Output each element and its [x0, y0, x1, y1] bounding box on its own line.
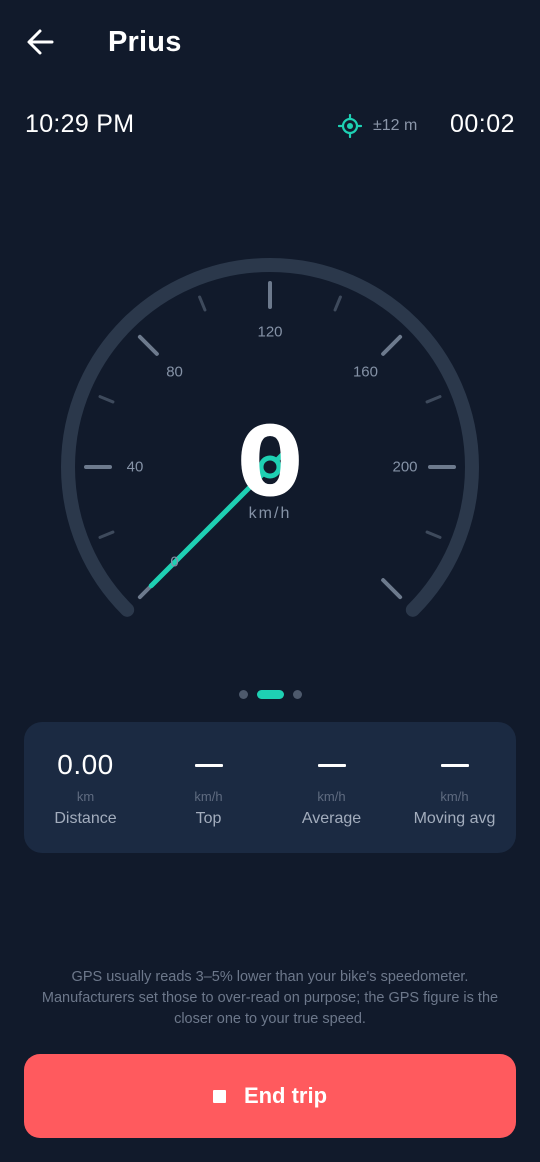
- gauge-scale-label: 80: [166, 363, 183, 381]
- header: Prius: [0, 0, 540, 90]
- page-title: Prius: [108, 26, 182, 58]
- stat-label: Moving avg: [413, 810, 496, 827]
- stat-unit: km/h: [317, 789, 346, 804]
- gps-accuracy-note: GPS usually reads 3–5% lower than your b…: [41, 969, 499, 1027]
- stat-unit: km: [76, 789, 95, 804]
- speedometer-screen: Prius 10:29 PM ±12 m 00:02 0 40 80 120 160 20…: [0, 0, 540, 1162]
- stop-icon: [212, 1089, 226, 1103]
- stat-label: Top: [195, 810, 222, 827]
- gps-status: ±12 m: [338, 113, 417, 139]
- gauge-major-tick: [381, 334, 403, 356]
- gauge-scale-label: 0: [170, 553, 179, 571]
- stat-label: Average: [301, 810, 362, 827]
- stat-unit: km/h: [194, 789, 223, 804]
- stat-unit: km/h: [440, 789, 469, 804]
- stat-empty-dash: [317, 764, 346, 767]
- gauge-minor-tick: [333, 295, 342, 312]
- stat-empty-dash: [194, 764, 223, 767]
- gauge-scale-label: 200: [392, 458, 418, 476]
- gauge-minor-tick: [425, 395, 442, 404]
- location-crosshair-icon: [338, 114, 362, 138]
- gauge-scale-label: 40: [126, 458, 144, 476]
- stat-empty-dash: [440, 764, 469, 767]
- end-trip-button[interactable]: End trip: [24, 1054, 516, 1138]
- stat-moving-average: — km/h Moving avg: [393, 722, 516, 853]
- stat-value: 0.00: [57, 749, 114, 780]
- arrow-left-icon: [27, 29, 54, 55]
- gauge-major-tick: [381, 578, 403, 600]
- gauge-minor-tick: [198, 295, 207, 312]
- stat-top-speed: — km/h Top: [147, 722, 270, 853]
- gauge-scale-label: 160: [352, 363, 378, 381]
- gps-accuracy: ±12 m: [373, 117, 418, 134]
- gauge-major-tick: [137, 334, 159, 356]
- back-button[interactable]: [22, 24, 62, 60]
- page-dot-3[interactable]: [292, 689, 302, 699]
- page-dot-2-active[interactable]: [256, 689, 284, 699]
- gauge-minor-tick: [425, 530, 442, 539]
- gauge-scale-label: 120: [257, 323, 283, 341]
- page-dot-1[interactable]: [238, 689, 248, 699]
- speed-gauge: 0 40 80 120 160 200 0 km/h: [0, 250, 540, 630]
- trip-stats-card: 0.00 km Distance — km/h Top — km/h Avera…: [24, 722, 516, 853]
- elapsed-time: 00:02: [449, 110, 515, 138]
- gauge-minor-tick: [98, 395, 115, 404]
- current-time: 10:29 PM: [25, 110, 135, 138]
- end-trip-label: End trip: [243, 1083, 328, 1108]
- current-speed: 0: [236, 406, 304, 518]
- gauge-minor-tick: [98, 530, 115, 539]
- page-indicator: [0, 689, 540, 699]
- stat-distance: 0.00 km Distance: [24, 722, 147, 853]
- speed-unit: km/h: [248, 505, 292, 522]
- stat-label: Distance: [54, 810, 117, 827]
- stat-average-speed: — km/h Average: [270, 722, 393, 853]
